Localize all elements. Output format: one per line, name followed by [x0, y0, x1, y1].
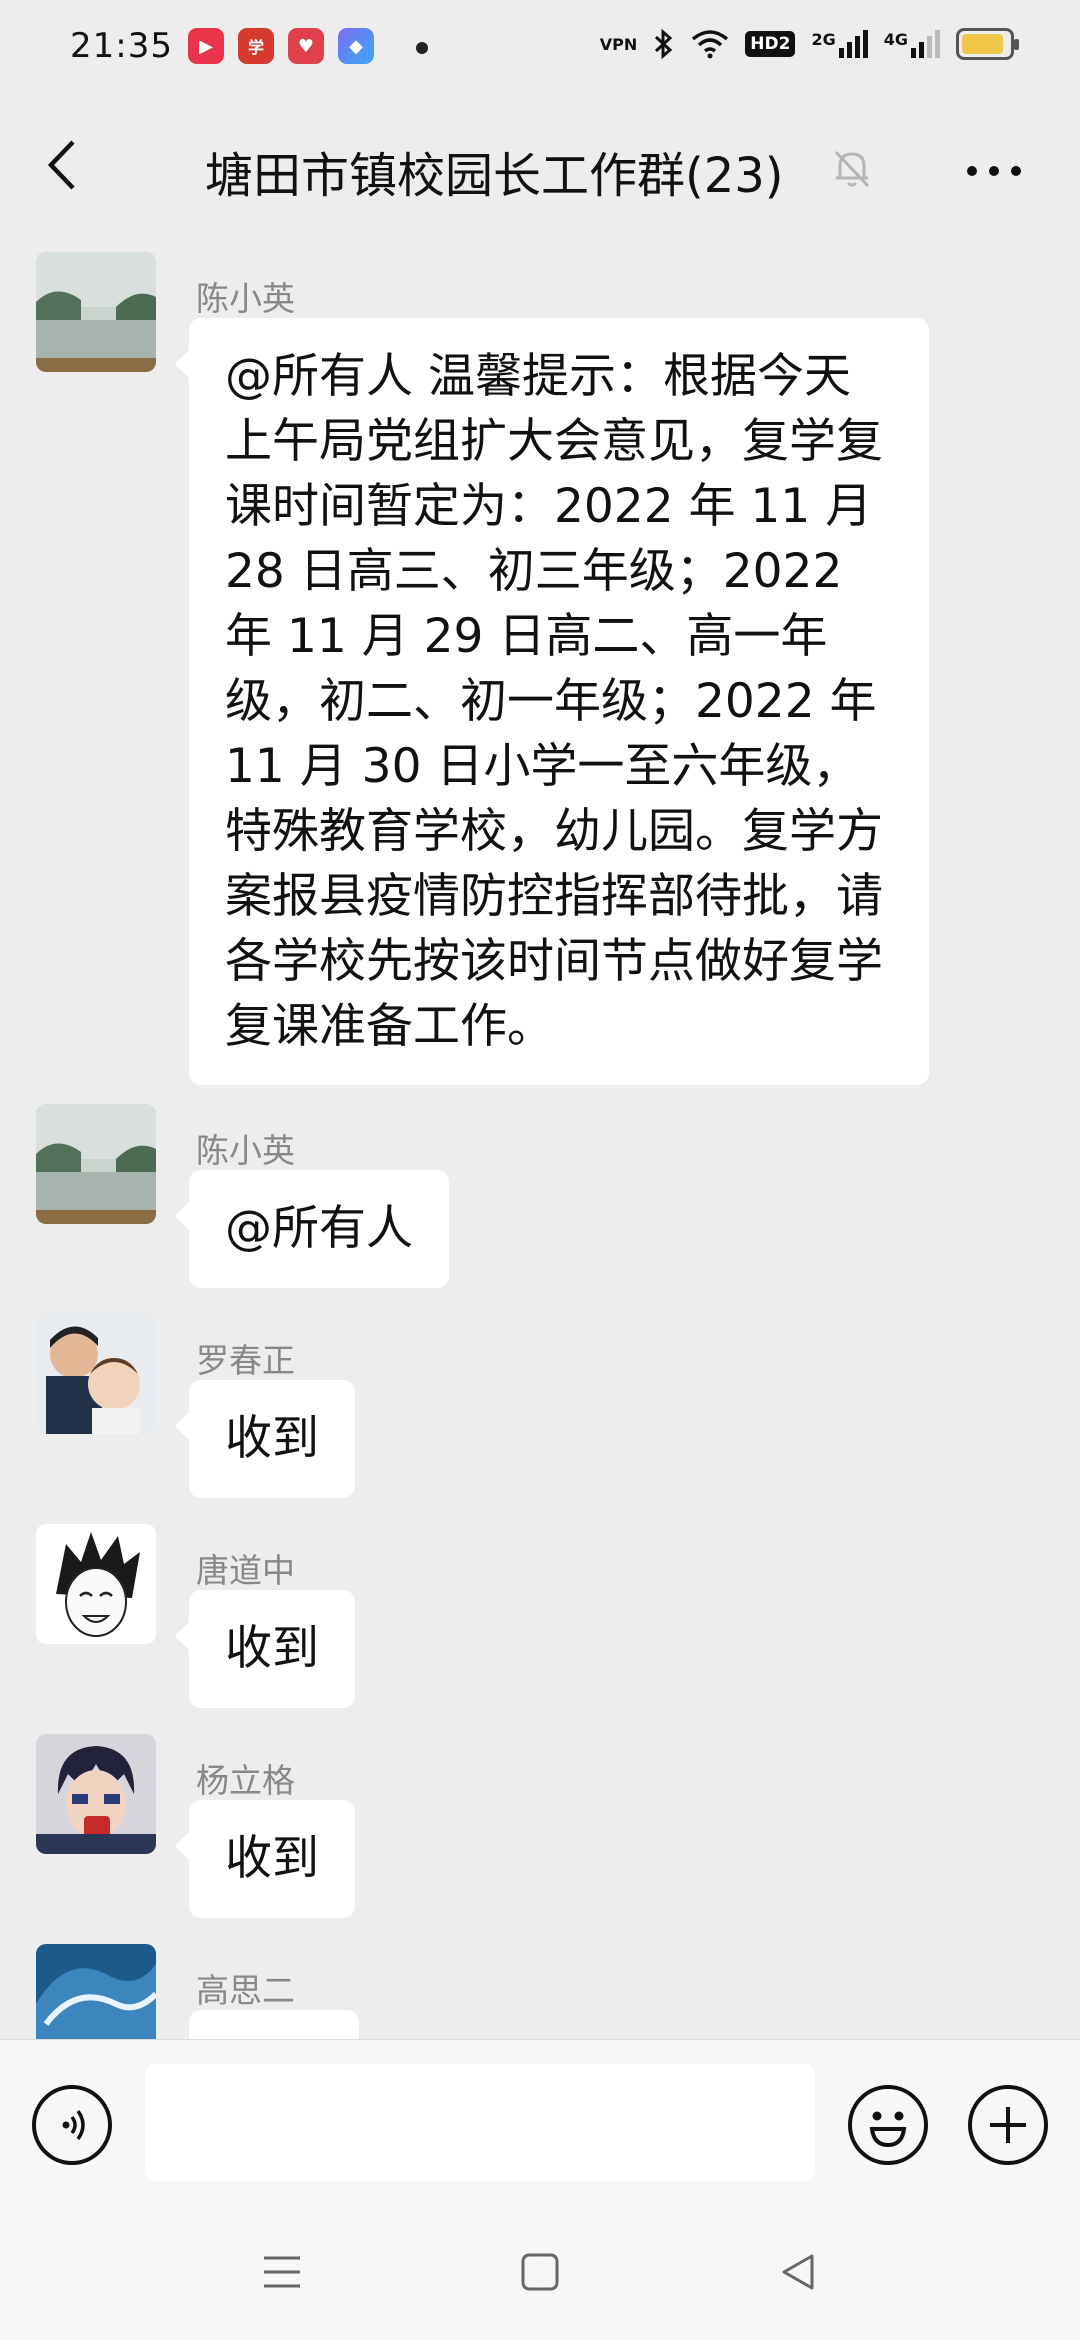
family-avatar[interactable]: [36, 1314, 156, 1434]
bluetooth-icon: [655, 28, 673, 60]
status-time: 21:35: [70, 26, 173, 66]
home-square-icon: [521, 2253, 559, 2291]
anime-drink-avatar[interactable]: [36, 1734, 156, 1854]
wifi-icon: [692, 30, 729, 59]
vpn-icon: VPN: [599, 34, 638, 54]
menu-button[interactable]: [250, 2240, 314, 2304]
voice-input-button[interactable]: [32, 2085, 112, 2165]
message-bubble[interactable]: @所有人: [175, 1170, 449, 1288]
anime-avatar[interactable]: [36, 1524, 156, 1644]
chat-title: 塘田市镇校园长工作群(23): [205, 148, 784, 204]
sender-name: 杨立格: [196, 1761, 295, 1800]
more-options-button[interactable]: [958, 141, 1030, 201]
sender-name: 罗春正: [196, 1341, 295, 1380]
sender-name: 陈小英: [196, 1131, 295, 1170]
message-bubble[interactable]: 收到: [175, 1380, 355, 1498]
sender-name: 高思二: [196, 1971, 295, 2010]
home-button[interactable]: [508, 2240, 572, 2304]
smiley-icon: [869, 2111, 907, 2148]
more-dots-icon: [967, 166, 1021, 176]
status-indicators: VPN HD2 2G 4G: [599, 28, 1019, 60]
sender-name: 唐道中: [196, 1551, 295, 1590]
sender-name: 陈小英: [196, 279, 295, 318]
chat-header: 塘田市镇校园长工作群(23): [0, 96, 1080, 242]
back-nav-button[interactable]: [766, 2240, 830, 2304]
message-bubble[interactable]: 收到: [175, 1590, 355, 1708]
emoji-button[interactable]: [848, 2085, 928, 2165]
video-app-icon: ▶: [188, 28, 224, 64]
message-bubble[interactable]: @所有人 温馨提示：根据今天上午局党组扩大会意见，复学复课时间暂定为：2022 …: [175, 318, 929, 1085]
status-bar: 21:35 ▶ 学 ♥ ◆ VPN HD2 2G 4G: [0, 0, 1080, 96]
shortcut-app-icon: ◆: [338, 28, 374, 64]
message-bubble[interactable]: 收到: [175, 1800, 355, 1918]
system-navigation-bar: [0, 2204, 1080, 2340]
menu-icon: [264, 2256, 300, 2288]
landscape-avatar[interactable]: [36, 252, 156, 372]
message-input[interactable]: [145, 2064, 815, 2181]
message-input-bar: [0, 2039, 1080, 2204]
back-triangle-icon: [782, 2254, 814, 2290]
wave-avatar[interactable]: [36, 1944, 156, 2039]
more-functions-button[interactable]: [968, 2085, 1048, 2165]
muted-bell-icon: [834, 150, 870, 188]
battery-icon: [956, 28, 1019, 60]
signal-2g-icon: 2G: [811, 30, 868, 58]
voice-icon: [62, 2109, 85, 2141]
message-bubble[interactable]: [189, 2010, 359, 2039]
chevron-left-icon: [47, 140, 75, 190]
hd-voice-icon: HD2: [745, 31, 796, 57]
news-app-icon: 学: [238, 28, 274, 64]
heart-app-icon: ♥: [288, 28, 324, 64]
landscape-avatar[interactable]: [36, 1104, 156, 1224]
back-button[interactable]: [32, 130, 92, 200]
more-notifications-dot: [416, 42, 428, 54]
signal-4g-icon: 4G: [884, 30, 940, 58]
chat-message-list[interactable]: 陈小英 @所有人 温馨提示：根据今天上午局党组扩大会意见，复学复课时间暂定为：2…: [0, 242, 1080, 2039]
notification-icons: ▶ 学 ♥ ◆: [188, 28, 374, 64]
plus-icon: [990, 2107, 1026, 2143]
